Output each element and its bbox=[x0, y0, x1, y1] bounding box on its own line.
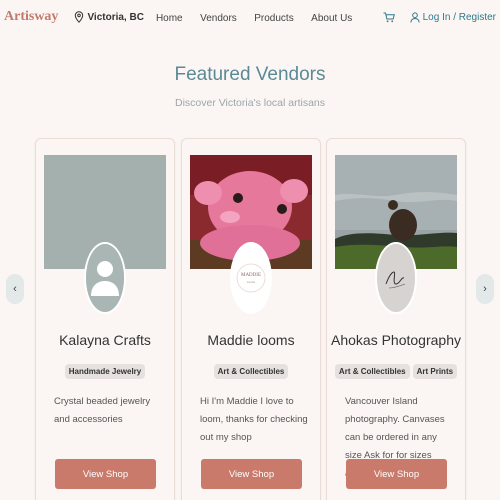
view-shop-button[interactable]: View Shop bbox=[346, 459, 447, 489]
carousel-prev-button[interactable]: ‹ bbox=[6, 274, 24, 304]
svg-text:looms: looms bbox=[247, 280, 256, 284]
vendor-description: Hi I'm Maddie I love to loom, thanks for… bbox=[200, 396, 308, 443]
vendor-card[interactable]: Ahokas Photography Art & Collectibles Ar… bbox=[326, 138, 466, 500]
vendor-card[interactable]: MADDIE looms Maddie looms Art & Collecti… bbox=[181, 138, 321, 500]
view-shop-button[interactable]: View Shop bbox=[55, 459, 156, 489]
logo[interactable]: Artisway bbox=[4, 9, 58, 25]
map-pin-icon bbox=[75, 11, 84, 23]
vendor-avatar bbox=[375, 242, 417, 314]
vendor-tags: Art & Collectibles bbox=[182, 364, 320, 379]
maddie-looms-logo: MADDIE looms bbox=[232, 244, 270, 312]
default-avatar-icon bbox=[86, 244, 124, 312]
vendor-avatar: MADDIE looms bbox=[230, 242, 272, 314]
header-actions: Log In / Register bbox=[383, 12, 496, 23]
login-label: Log In / Register bbox=[422, 11, 496, 23]
vendor-tag[interactable]: Art & Collectibles bbox=[213, 364, 289, 379]
nav-products[interactable]: Products bbox=[254, 13, 293, 24]
login-register-link[interactable]: Log In / Register bbox=[409, 11, 496, 23]
vendor-tags: Art & Collectibles Art Prints bbox=[327, 364, 465, 379]
location-selector[interactable]: Victoria, BC bbox=[74, 11, 144, 23]
nav-vendors[interactable]: Vendors bbox=[200, 13, 237, 24]
location-label: Victoria, BC bbox=[87, 11, 144, 23]
nav-about-us[interactable]: About Us bbox=[311, 13, 352, 24]
svg-text:MADDIE: MADDIE bbox=[241, 273, 261, 278]
vendor-name: Ahokas Photography bbox=[331, 332, 461, 348]
section-title: Featured Vendors bbox=[174, 64, 326, 85]
vendor-name: Kalayna Crafts bbox=[59, 332, 151, 348]
vendor-description: Crystal beaded jewelry and accessories bbox=[54, 396, 151, 425]
ahokas-photography-logo bbox=[377, 244, 415, 312]
cart-icon bbox=[383, 12, 395, 22]
top-nav: Artisway Victoria, BC Home Vendors Produ… bbox=[0, 0, 500, 34]
view-shop-button[interactable]: View Shop bbox=[201, 459, 302, 489]
main-nav: Home Vendors Products About Us bbox=[156, 8, 365, 26]
nav-home[interactable]: Home bbox=[156, 13, 183, 24]
carousel-next-button[interactable]: › bbox=[476, 274, 494, 304]
user-icon bbox=[409, 11, 420, 23]
cart-button[interactable] bbox=[383, 12, 395, 23]
vendor-name: Maddie looms bbox=[207, 332, 295, 348]
vendor-tag[interactable]: Art Prints bbox=[412, 364, 458, 379]
vendor-tags: Handmade Jewelry bbox=[36, 364, 174, 379]
vendor-tag[interactable]: Art & Collectibles bbox=[334, 364, 410, 379]
vendor-tag[interactable]: Handmade Jewelry bbox=[64, 364, 146, 379]
section-subtitle: Discover Victoria's local artisans bbox=[174, 97, 326, 109]
vendor-card[interactable]: Kalayna Crafts Handmade Jewelry Crystal … bbox=[35, 138, 175, 500]
vendor-avatar bbox=[84, 242, 126, 314]
